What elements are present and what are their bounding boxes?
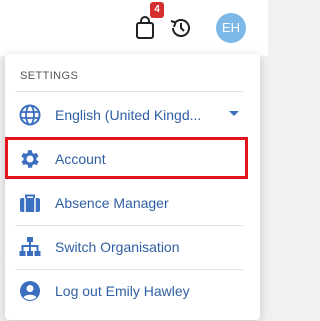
account-menu-item[interactable]: Account: [10, 137, 250, 181]
avatar[interactable]: EH: [216, 13, 246, 43]
org-chart-icon: [19, 237, 41, 256]
globe-icon: [19, 104, 41, 126]
switch-organisation-label: Switch Organisation: [55, 239, 180, 255]
gear-icon: [21, 150, 39, 168]
language-label: English (United Kingd...: [55, 107, 202, 123]
absence-manager-menu-item[interactable]: Absence Manager: [10, 181, 250, 225]
logout-menu-item[interactable]: Log out Emily Hawley: [10, 269, 250, 313]
user-circle-icon: [20, 281, 40, 301]
settings-section-title: SETTINGS: [20, 70, 79, 82]
top-bar: 4 EH: [0, 0, 268, 56]
background-divider: [0, 258, 5, 259]
account-label: Account: [55, 151, 106, 167]
briefcase-icon: [20, 194, 40, 212]
absence-manager-label: Absence Manager: [55, 195, 169, 211]
cart-count-badge: 4: [150, 2, 164, 18]
logout-label: Log out Emily Hawley: [55, 283, 190, 299]
language-selector[interactable]: English (United Kingd...: [10, 93, 250, 137]
switch-organisation-menu-item[interactable]: Switch Organisation: [10, 225, 250, 269]
chevron-down-icon[interactable]: [229, 111, 239, 116]
divider: [15, 91, 243, 92]
history-icon[interactable]: [168, 15, 194, 41]
shopping-bag-icon[interactable]: [135, 16, 155, 40]
